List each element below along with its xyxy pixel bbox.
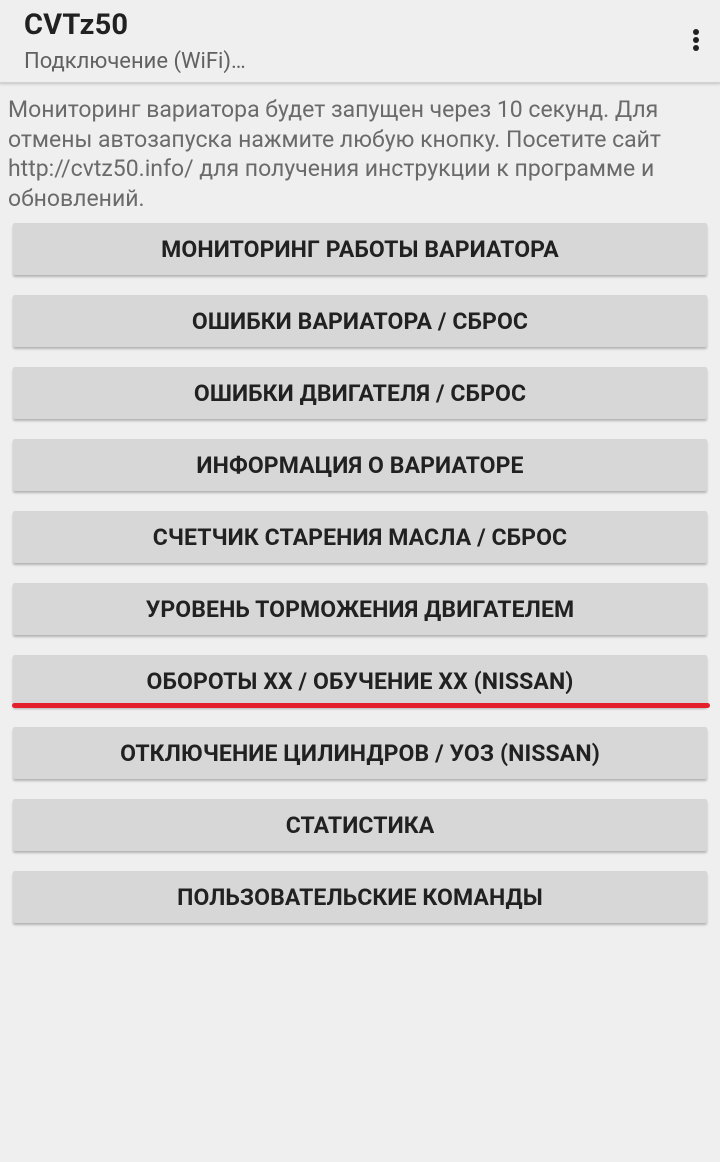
- cvt-errors-reset-button[interactable]: ОШИБКИ ВАРИАТОРА / СБРОС: [13, 295, 707, 347]
- autostart-notice: Мониторинг вариатора будет запущен через…: [8, 96, 661, 212]
- cvt-monitoring-button[interactable]: МОНИТОРИНГ РАБОТЫ ВАРИАТОРА: [13, 223, 707, 275]
- menu-dot: [693, 45, 699, 51]
- engine-braking-level-button[interactable]: УРОВЕНЬ ТОРМОЖЕНИЯ ДВИГАТЕЛЕМ: [13, 583, 707, 635]
- cylinder-cutoff-button[interactable]: ОТКЛЮЧЕНИЕ ЦИЛИНДРОВ / УОЗ (NISSAN): [13, 727, 707, 779]
- app-title: CVTz50: [24, 8, 129, 42]
- idle-rpm-learning-button[interactable]: ОБОРОТЫ ХХ / ОБУЧЕНИЕ ХХ (NISSAN): [13, 655, 707, 707]
- menu-dot: [693, 29, 699, 35]
- app-screen: CVTz50 Подключение (WiFi)… Мониторинг ва…: [0, 0, 720, 1162]
- engine-errors-reset-button[interactable]: ОШИБКИ ДВИГАТЕЛЯ / СБРОС: [13, 367, 707, 419]
- user-commands-button[interactable]: ПОЛЬЗОВАТЕЛЬСКИЕ КОМАНДЫ: [13, 871, 707, 923]
- more-vert-icon[interactable]: [688, 22, 706, 58]
- cvt-info-button[interactable]: ИНФОРМАЦИЯ О ВАРИАТОРЕ: [13, 439, 707, 491]
- action-bar: CVTz50 Подключение (WiFi)…: [0, 0, 720, 84]
- highlight-underline: [12, 703, 710, 708]
- menu-dot: [693, 37, 699, 43]
- connection-status: Подключение (WiFi)…: [24, 49, 246, 74]
- oil-aging-counter-button[interactable]: СЧЕТЧИК СТАРЕНИЯ МАСЛА / СБРОС: [13, 511, 707, 563]
- statistics-button[interactable]: СТАТИСТИКА: [13, 799, 707, 851]
